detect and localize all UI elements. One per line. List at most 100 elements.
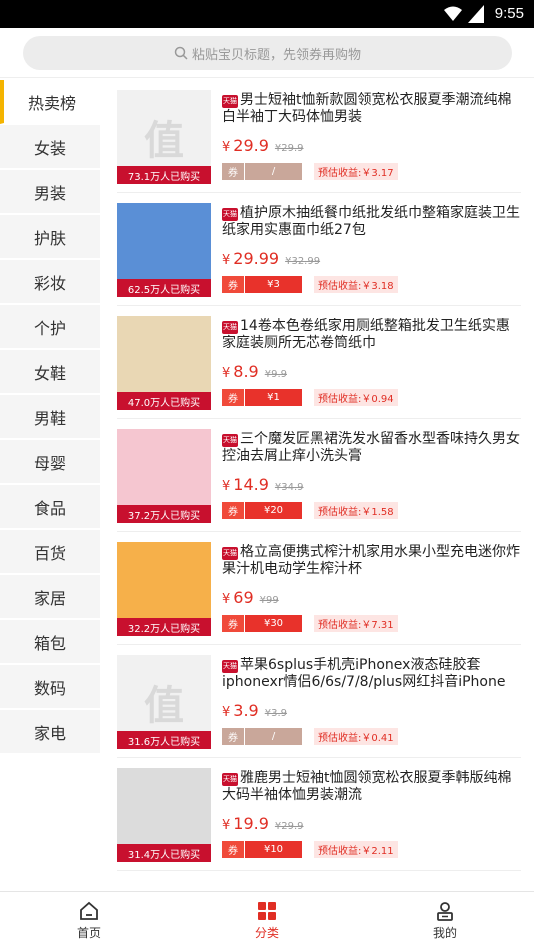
sidebar-item-bags[interactable]: 箱包 bbox=[0, 620, 100, 664]
yen-symbol: ¥ bbox=[222, 592, 231, 607]
price-value: 29.99 bbox=[233, 249, 280, 268]
tab-home[interactable]: 首页 bbox=[0, 892, 178, 949]
coupon-label[interactable]: 券 bbox=[222, 389, 244, 406]
search-input[interactable]: 粘贴宝贝标题，先领券再购物 bbox=[23, 36, 512, 70]
sold-count: 73.1万人已购买 bbox=[117, 166, 211, 184]
sidebar-item-home[interactable]: 家居 bbox=[0, 575, 100, 619]
tab-category-label: 分类 bbox=[254, 926, 279, 940]
yen-symbol: ¥ bbox=[222, 705, 231, 720]
estimated-earnings: 预估收益:￥1.58 bbox=[314, 502, 398, 519]
sold-count: 47.0万人已购买 bbox=[117, 392, 211, 410]
category-sidebar: 热卖榜 女装 男装 护肤 彩妆 个护 女鞋 男鞋 母婴 食品 百货 家居 箱包 … bbox=[0, 80, 100, 754]
product-thumbnail[interactable]: 值 31.6万人已购买 bbox=[117, 655, 211, 749]
sidebar-item-men-shoes[interactable]: 男鞋 bbox=[0, 395, 100, 439]
product-thumbnail[interactable]: 31.4万人已购买 bbox=[117, 768, 211, 862]
product-price: ¥69 ¥99 bbox=[222, 588, 279, 607]
product-title[interactable]: 天猫 格立高便携式榨汁机家用水果小型充电迷你炸果汁机电动学生榨汁杯 bbox=[222, 544, 521, 578]
coupon-value[interactable]: ¥10 bbox=[245, 841, 302, 858]
coupon-value[interactable]: ¥30 bbox=[245, 615, 302, 632]
sidebar-item-digital[interactable]: 数码 bbox=[0, 665, 100, 709]
estimated-earnings: 预估收益:￥2.11 bbox=[314, 841, 398, 858]
product-title[interactable]: 天猫 苹果6splus手机壳iPhonex液态硅胶套iphonexr情侣6/6s/… bbox=[222, 657, 521, 691]
product-card[interactable]: 31.4万人已购买 天猫 雅鹿男士短袖t恤圆领宽松衣服夏季韩版纯棉大码半袖体恤男装潮… bbox=[117, 758, 521, 871]
sidebar-item-baby[interactable]: 母婴 bbox=[0, 440, 100, 484]
product-title[interactable]: 天猫 14卷本色卷纸家用厕纸整箱批发卫生纸实惠家庭装厕所无芯卷筒纸巾 bbox=[222, 318, 521, 352]
coupon-value[interactable]: ¥3 bbox=[245, 276, 302, 293]
tab-category[interactable]: 分类 bbox=[178, 892, 356, 949]
product-thumbnail[interactable]: 47.0万人已购买 bbox=[117, 316, 211, 410]
status-bar: 9:55 bbox=[0, 0, 534, 28]
product-list: 值 73.1万人已购买 天猫 男士短袖t恤新款圆领宽松衣服夏季潮流纯棉白半袖丁大码体恤… bbox=[117, 80, 521, 891]
product-title-text: 雅鹿男士短袖t恤圆领宽松衣服夏季韩版纯棉大码半袖体恤男装潮流 bbox=[222, 770, 512, 803]
product-title[interactable]: 天猫 男士短袖t恤新款圆领宽松衣服夏季潮流纯棉白半袖丁大码体恤男装 bbox=[222, 92, 521, 126]
product-title-text: 格立高便携式榨汁机家用水果小型充电迷你炸果汁机电动学生榨汁杯 bbox=[222, 544, 520, 577]
product-title[interactable]: 天猫 三个魔发匠黑裙洗发水留香水型香味持久男女控油去屑止痒小洗头膏 bbox=[222, 431, 521, 465]
coupon-row: 券 / 预估收益:￥0.41 bbox=[222, 728, 398, 745]
coupon-value[interactable]: ¥1 bbox=[245, 389, 302, 406]
profile-icon bbox=[437, 902, 453, 921]
sold-count: 31.4万人已购买 bbox=[117, 844, 211, 862]
product-thumbnail[interactable]: 32.2万人已购买 bbox=[117, 542, 211, 636]
sidebar-item-women-shoes[interactable]: 女鞋 bbox=[0, 350, 100, 394]
tab-home-label: 首页 bbox=[76, 926, 101, 940]
product-thumbnail[interactable]: 37.2万人已购买 bbox=[117, 429, 211, 523]
product-card[interactable]: 47.0万人已购买 天猫 14卷本色卷纸家用厕纸整箱批发卫生纸实惠家庭装厕所无芯卷筒… bbox=[117, 306, 521, 419]
sold-count: 31.6万人已购买 bbox=[117, 731, 211, 749]
yen-symbol: ¥ bbox=[222, 479, 231, 494]
coupon-value[interactable]: / bbox=[245, 728, 302, 745]
sidebar-item-hot[interactable]: 热卖榜 bbox=[0, 80, 100, 124]
price-value: 29.9 bbox=[233, 136, 269, 155]
estimated-earnings: 预估收益:￥0.41 bbox=[314, 728, 398, 745]
coupon-value[interactable]: / bbox=[245, 163, 302, 180]
sidebar-item-food[interactable]: 食品 bbox=[0, 485, 100, 529]
sidebar-item-personal-care[interactable]: 个护 bbox=[0, 305, 100, 349]
sidebar-item-men[interactable]: 男装 bbox=[0, 170, 100, 214]
estimated-earnings: 预估收益:￥3.17 bbox=[314, 163, 398, 180]
sidebar-item-women[interactable]: 女装 bbox=[0, 125, 100, 169]
tab-profile-label: 我的 bbox=[432, 926, 457, 940]
product-card[interactable]: 32.2万人已购买 天猫 格立高便携式榨汁机家用水果小型充电迷你炸果汁机电动学生榨汁… bbox=[117, 532, 521, 645]
coupon-label[interactable]: 券 bbox=[222, 502, 244, 519]
product-title[interactable]: 天猫 植护原木抽纸餐巾纸批发纸巾整箱家庭装卫生纸家用实惠面巾纸27包 bbox=[222, 205, 521, 239]
product-thumbnail[interactable]: 值 73.1万人已购买 bbox=[117, 90, 211, 184]
coupon-label[interactable]: 券 bbox=[222, 841, 244, 858]
home-icon bbox=[80, 901, 98, 920]
product-price: ¥3.9 ¥3.9 bbox=[222, 701, 287, 720]
product-price: ¥29.9 ¥29.9 bbox=[222, 136, 304, 155]
price-value: 14.9 bbox=[233, 475, 269, 494]
tmall-badge-icon: 天猫 bbox=[222, 208, 238, 221]
sidebar-item-skincare[interactable]: 护肤 bbox=[0, 215, 100, 259]
product-card[interactable]: 62.5万人已购买 天猫 植护原木抽纸餐巾纸批发纸巾整箱家庭装卫生纸家用实惠面巾纸2… bbox=[117, 193, 521, 306]
product-card[interactable]: 37.2万人已购买 天猫 三个魔发匠黑裙洗发水留香水型香味持久男女控油去屑止痒小洗头… bbox=[117, 419, 521, 532]
coupon-row: 券 ¥1 预估收益:￥0.94 bbox=[222, 389, 398, 406]
original-price: ¥32.99 bbox=[285, 256, 321, 267]
estimated-earnings: 预估收益:￥3.18 bbox=[314, 276, 398, 293]
coupon-label[interactable]: 券 bbox=[222, 728, 244, 745]
coupon-label[interactable]: 券 bbox=[222, 615, 244, 632]
original-price: ¥3.9 bbox=[264, 708, 287, 719]
original-price: ¥34.9 bbox=[274, 482, 304, 493]
product-title-text: 三个魔发匠黑裙洗发水留香水型香味持久男女控油去屑止痒小洗头膏 bbox=[222, 431, 520, 464]
product-price: ¥14.9 ¥34.9 bbox=[222, 475, 304, 494]
coupon-value[interactable]: ¥20 bbox=[245, 502, 302, 519]
coupon-label[interactable]: 券 bbox=[222, 276, 244, 293]
sidebar-item-general[interactable]: 百货 bbox=[0, 530, 100, 574]
status-time: 9:55 bbox=[494, 5, 524, 22]
product-thumbnail[interactable]: 62.5万人已购买 bbox=[117, 203, 211, 297]
search-placeholder: 粘贴宝贝标题，先领券再购物 bbox=[191, 47, 361, 63]
sold-count: 37.2万人已购买 bbox=[117, 505, 211, 523]
price-value: 19.9 bbox=[233, 814, 269, 833]
search-area: 粘贴宝贝标题，先领券再购物 bbox=[0, 28, 534, 78]
sold-count: 62.5万人已购买 bbox=[117, 279, 211, 297]
sidebar-item-makeup[interactable]: 彩妆 bbox=[0, 260, 100, 304]
tmall-badge-icon: 天猫 bbox=[222, 434, 238, 447]
product-title[interactable]: 天猫 雅鹿男士短袖t恤圆领宽松衣服夏季韩版纯棉大码半袖体恤男装潮流 bbox=[222, 770, 521, 804]
tab-profile[interactable]: 我的 bbox=[356, 892, 534, 949]
product-price: ¥19.9 ¥29.9 bbox=[222, 814, 304, 833]
coupon-label[interactable]: 券 bbox=[222, 163, 244, 180]
sidebar-item-appliances[interactable]: 家电 bbox=[0, 710, 100, 754]
bottom-tab-bar: 首页 分类 我的 bbox=[0, 891, 534, 949]
product-card[interactable]: 值 73.1万人已购买 天猫 男士短袖t恤新款圆领宽松衣服夏季潮流纯棉白半袖丁大码体恤… bbox=[117, 80, 521, 193]
original-price: ¥99 bbox=[259, 595, 279, 606]
product-card[interactable]: 值 31.6万人已购买 天猫 苹果6splus手机壳iPhonex液态硅胶套iphon… bbox=[117, 645, 521, 758]
